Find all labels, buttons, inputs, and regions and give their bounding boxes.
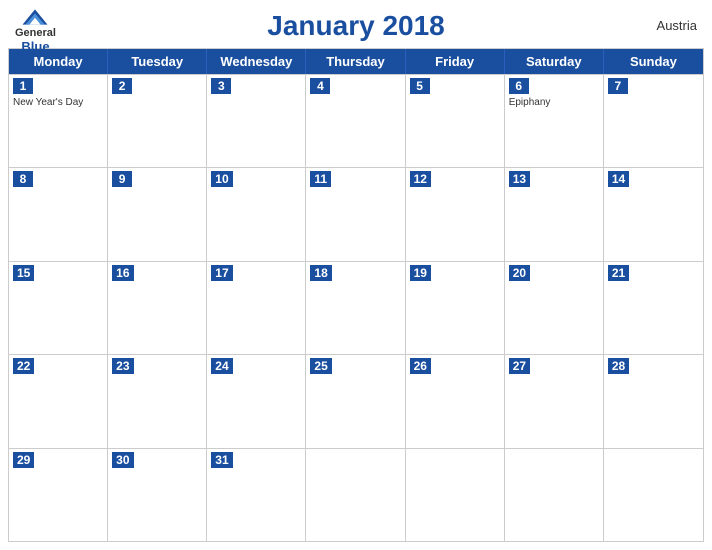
cell-5-3: 31 [207,449,306,541]
day-number: 6 [509,78,529,94]
calendar-grid: Monday Tuesday Wednesday Thursday Friday… [8,48,704,542]
day-number: 31 [211,452,232,468]
cell-5-5 [406,449,505,541]
cell-1-4: 4 [306,75,405,167]
day-number: 15 [13,265,34,281]
header-tuesday: Tuesday [108,49,207,74]
logo-icon [21,8,49,26]
week-1: 1 New Year's Day 2 3 4 5 6 Epiphany 7 [9,74,703,167]
cell-4-4: 25 [306,355,405,447]
day-number: 7 [608,78,628,94]
cell-1-1: 1 New Year's Day [9,75,108,167]
cell-3-2: 16 [108,262,207,354]
logo-blue-text: Blue [21,39,49,54]
cell-1-5: 5 [406,75,505,167]
day-number: 13 [509,171,530,187]
day-number: 28 [608,358,629,374]
week-2: 8 9 10 11 12 13 14 [9,167,703,260]
week-3: 15 16 17 18 19 20 21 [9,261,703,354]
day-number: 20 [509,265,530,281]
week-4: 22 23 24 25 26 27 28 [9,354,703,447]
days-header: Monday Tuesday Wednesday Thursday Friday… [9,49,703,74]
day-number: 8 [13,171,33,187]
cell-4-2: 23 [108,355,207,447]
day-number: 30 [112,452,133,468]
day-number: 2 [112,78,132,94]
header-wednesday: Wednesday [207,49,306,74]
cell-3-4: 18 [306,262,405,354]
holiday-label: Epiphany [509,97,599,109]
day-number: 19 [410,265,431,281]
cell-4-1: 22 [9,355,108,447]
day-number: 1 [13,78,33,94]
cell-3-7: 21 [604,262,703,354]
header-friday: Friday [406,49,505,74]
cell-2-3: 10 [207,168,306,260]
cell-2-6: 13 [505,168,604,260]
day-number: 9 [112,171,132,187]
cell-2-5: 12 [406,168,505,260]
header-saturday: Saturday [505,49,604,74]
cell-5-6 [505,449,604,541]
calendar-page: General Blue January 2018 Austria Monday… [0,0,712,550]
header-thursday: Thursday [306,49,405,74]
cell-1-3: 3 [207,75,306,167]
day-number: 26 [410,358,431,374]
cell-1-2: 2 [108,75,207,167]
day-number: 21 [608,265,629,281]
day-number: 4 [310,78,330,94]
header-sunday: Sunday [604,49,703,74]
day-number: 24 [211,358,232,374]
cell-1-6: 6 Epiphany [505,75,604,167]
cell-3-3: 17 [207,262,306,354]
day-number: 27 [509,358,530,374]
calendar-title: January 2018 [15,10,697,42]
month-year-heading: January 2018 [15,10,697,42]
day-number: 23 [112,358,133,374]
week-5: 29 30 31 [9,448,703,541]
cell-3-6: 20 [505,262,604,354]
day-number: 3 [211,78,231,94]
cell-5-1: 29 [9,449,108,541]
country-label: Austria [657,18,697,33]
day-number: 16 [112,265,133,281]
day-number: 11 [310,171,331,187]
cell-5-2: 30 [108,449,207,541]
cell-2-1: 8 [9,168,108,260]
cell-3-1: 15 [9,262,108,354]
cell-2-2: 9 [108,168,207,260]
day-number: 14 [608,171,629,187]
cell-3-5: 19 [406,262,505,354]
day-number: 22 [13,358,34,374]
cell-4-3: 24 [207,355,306,447]
day-number: 18 [310,265,331,281]
logo: General Blue [15,8,56,54]
cell-5-7 [604,449,703,541]
weeks-container: 1New Year's Day23456Epiphany789101112131… [9,74,703,541]
cell-2-4: 11 [306,168,405,260]
cell-1-7: 7 [604,75,703,167]
day-number: 29 [13,452,34,468]
day-number: 25 [310,358,331,374]
cell-4-7: 28 [604,355,703,447]
day-number: 17 [211,265,232,281]
day-number: 12 [410,171,431,187]
cell-4-5: 26 [406,355,505,447]
day-number: 10 [211,171,232,187]
holiday-label: New Year's Day [13,97,103,109]
cell-4-6: 27 [505,355,604,447]
cell-5-4 [306,449,405,541]
logo-general-text: General [15,27,56,39]
page-header: General Blue January 2018 Austria [0,0,712,48]
day-number: 5 [410,78,430,94]
cell-2-7: 14 [604,168,703,260]
